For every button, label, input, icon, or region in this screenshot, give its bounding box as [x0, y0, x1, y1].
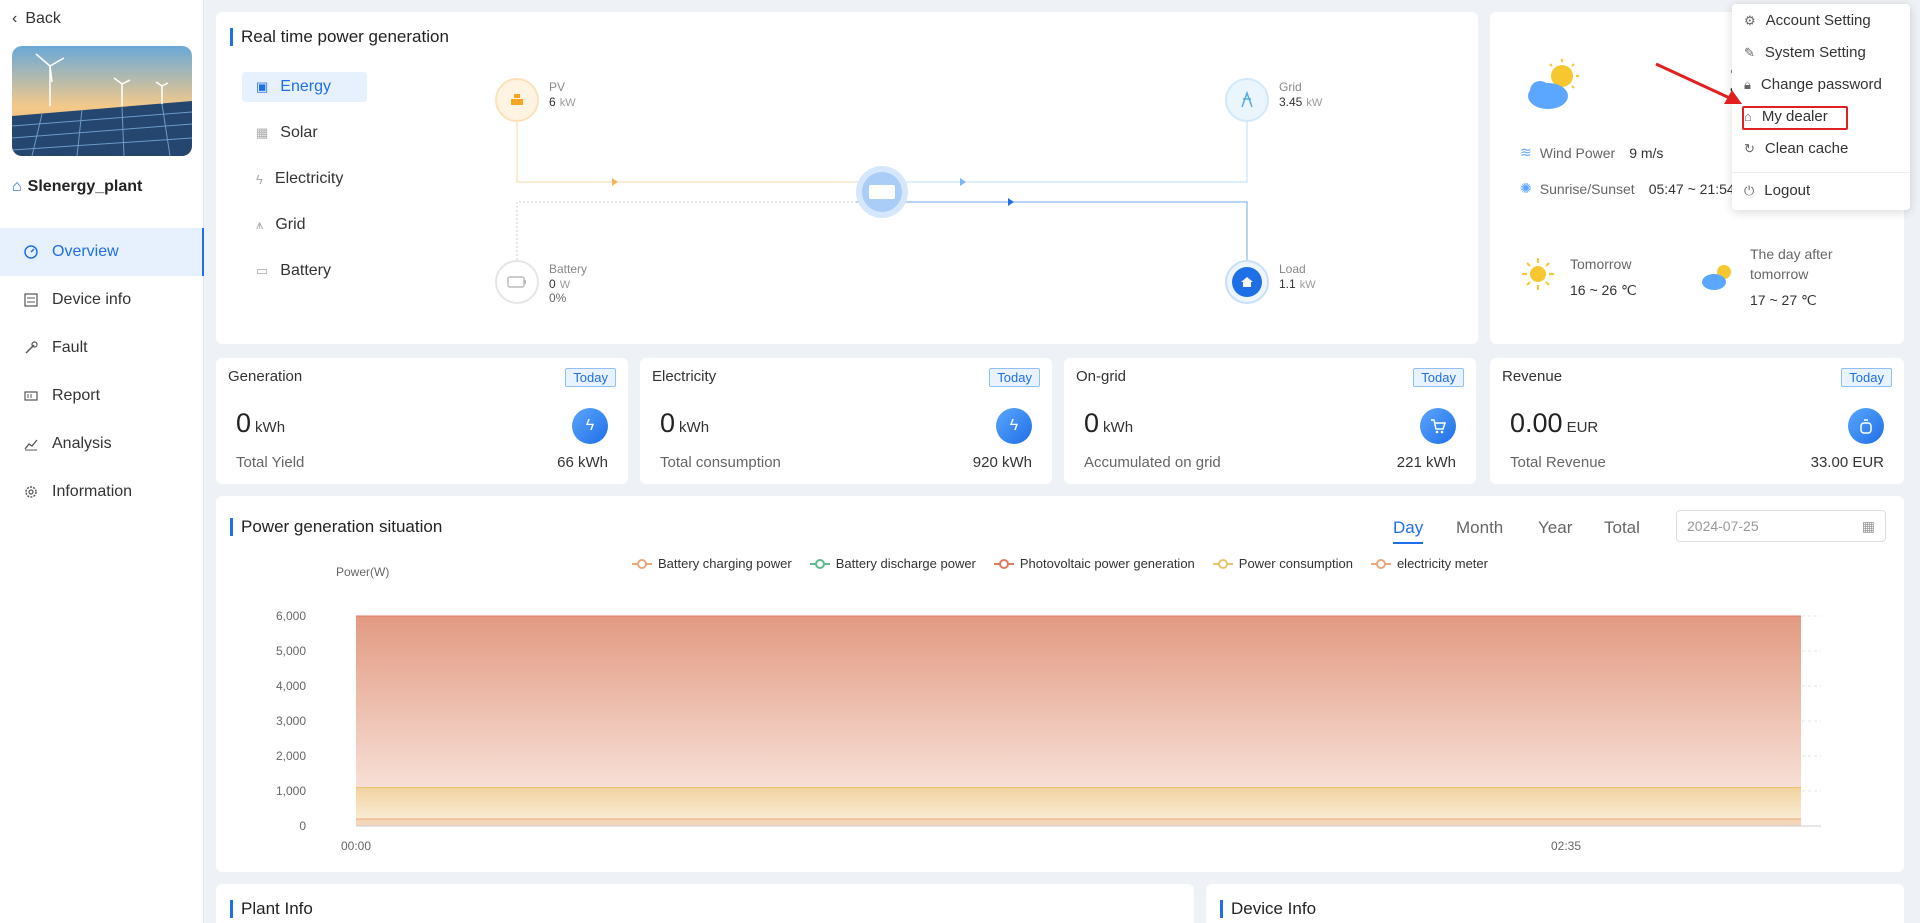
realtime-card: Real time power generation ▣ Energy ▦ So… — [216, 12, 1478, 344]
situation-card: Power generation situation Day Month Yea… — [216, 496, 1904, 872]
gear-icon — [24, 485, 38, 499]
menu-item-clean-cache[interactable]: ↻ Clean cache — [1744, 140, 1848, 157]
menu-item-logout[interactable]: ⏻ Logout — [1744, 182, 1810, 199]
sidebar-item-fault[interactable]: Fault — [0, 324, 204, 372]
battery-icon — [495, 260, 539, 304]
battery-percent: 0% — [549, 291, 567, 305]
plant-name: ⌂ Slenergy_plant — [12, 178, 143, 195]
device-info-title: Device Info — [1220, 900, 1316, 918]
today-badge[interactable]: Today — [1841, 368, 1892, 387]
load-value: 1.1 — [1279, 277, 1296, 291]
load-node: Load 1.1 kW — [1225, 260, 1316, 304]
chart-icon — [24, 437, 38, 451]
y-tick-label: 3,000 — [276, 714, 306, 728]
grid-node: Grid 3.45 kW — [1225, 78, 1322, 122]
solar-panel-icon — [495, 78, 539, 122]
device-info-card: Device Info — [1206, 884, 1904, 923]
after-tomorrow-temp: 17 ~ 27 ℃ — [1750, 292, 1817, 308]
wind-row: ≋ Wind Power 9 m/s — [1520, 144, 1664, 161]
home-icon: ⌂ — [12, 178, 22, 195]
sidebar-item-device-info[interactable]: Device info — [0, 276, 204, 324]
menu-item-change-password[interactable]: 🔒︎ Change password — [1744, 76, 1882, 93]
after-tomorrow-label: The day after tomorrow — [1750, 246, 1833, 282]
wrench-icon — [24, 341, 38, 355]
house-icon — [1225, 260, 1269, 304]
red-arrow-annotation — [1655, 62, 1742, 104]
y-tick-label: 2,000 — [276, 749, 306, 763]
report-icon — [24, 389, 38, 403]
back-label: Back — [25, 10, 61, 27]
stat-card-on-grid: On-grid Today 0 kWh Accumulated on grid 2… — [1064, 358, 1476, 484]
y-tick-label: 4,000 — [276, 679, 306, 693]
cart-icon — [1420, 408, 1456, 444]
wrench-icon: ✎ — [1744, 44, 1755, 60]
sidebar-item-report[interactable]: Report — [0, 372, 204, 420]
today-badge[interactable]: Today — [1413, 368, 1464, 387]
y-tick-label: 0 — [299, 819, 306, 833]
sunny-icon — [1520, 256, 1556, 296]
sidebar-nav: Overview Device info Fault Report Analys… — [0, 228, 204, 516]
plant-image — [12, 46, 192, 156]
menu-item-account-setting[interactable]: ⚙ Account Setting — [1744, 12, 1871, 29]
x-tick-label: 02:35 — [1551, 839, 1581, 853]
x-tick-label: 00:00 — [341, 839, 371, 853]
stat-total: 920 kWh — [972, 454, 1032, 471]
tomorrow-label: Tomorrow — [1570, 256, 1632, 272]
partly-cloudy-small-icon — [1700, 260, 1736, 296]
stat-value: 0 — [1084, 408, 1100, 438]
stat-total: 221 kWh — [1396, 454, 1456, 471]
battery-value: 0 — [549, 277, 556, 291]
logout-icon: ⏻ — [1744, 182, 1755, 198]
y-tick-label: 1,000 — [276, 784, 306, 798]
stat-card-generation: Generation Today 0 kWh ϟ Total Yield 66 k… — [216, 358, 628, 484]
pv-value: 6 — [549, 95, 556, 109]
stat-card-electricity: Electricity Today 0 kWh ϟ Total consumpti… — [640, 358, 1052, 484]
today-badge[interactable]: Today — [565, 368, 616, 387]
stat-card-revenue: Revenue Today 0.00 EUR Total Revenue 33.0… — [1490, 358, 1904, 484]
partly-cloudy-icon — [1524, 58, 1588, 118]
stat-value: 0.00 — [1510, 408, 1563, 438]
tomorrow-temp: 16 ~ 26 ℃ — [1570, 282, 1637, 298]
battery-node: Battery 0W 0% — [495, 260, 587, 306]
grid-value: 3.45 — [1279, 95, 1303, 109]
plug-icon: ϟ — [996, 408, 1032, 444]
dashboard-icon — [24, 245, 38, 259]
sidebar: ‹ Back ⌂ Slenergy_plant Overview Device … — [0, 0, 204, 923]
menu-item-system-setting[interactable]: ✎ System Setting — [1744, 44, 1866, 61]
stat-value: 0 — [660, 408, 676, 438]
y-tick-label: 6,000 — [276, 609, 306, 623]
wind-icon: ≋ — [1520, 144, 1532, 160]
money-bag-icon — [1848, 408, 1884, 444]
chevron-left-icon: ‹ — [12, 10, 18, 27]
sun-icon: ✺ — [1520, 180, 1532, 196]
refresh-icon: ↻ — [1744, 140, 1755, 156]
grid-tower-icon — [1225, 78, 1269, 122]
pv-node: PV 6 kW — [495, 78, 576, 122]
plant-info-title: Plant Info — [230, 900, 313, 918]
today-badge[interactable]: Today — [989, 368, 1040, 387]
list-icon — [24, 293, 38, 307]
lightning-icon: ϟ — [572, 408, 608, 444]
sidebar-item-overview[interactable]: Overview — [0, 228, 204, 276]
stat-total: 66 kWh — [557, 454, 608, 471]
menu-divider — [1732, 172, 1910, 173]
back-button[interactable]: ‹ Back — [12, 10, 61, 28]
power-chart: Power(W) 6,000 5,000 4,000 3,000 2,000 1,000 0… — [276, 565, 1821, 853]
stat-value: 0 — [236, 408, 252, 438]
y-tick-label: 5,000 — [276, 644, 306, 658]
series-area — [356, 819, 1801, 826]
stat-total: 33.00 EUR — [1810, 454, 1884, 471]
gear-icon: ⚙ — [1744, 12, 1756, 28]
sunrise-row: ✺ Sunrise/Sunset 05:47 ~ 21:54 — [1520, 180, 1735, 197]
plant-info-card: Plant Info — [216, 884, 1194, 923]
sidebar-item-information[interactable]: Information — [0, 468, 204, 516]
highlight-box — [1742, 106, 1848, 130]
y-axis-label: Power(W) — [336, 565, 389, 579]
sidebar-item-analysis[interactable]: Analysis — [0, 420, 204, 468]
